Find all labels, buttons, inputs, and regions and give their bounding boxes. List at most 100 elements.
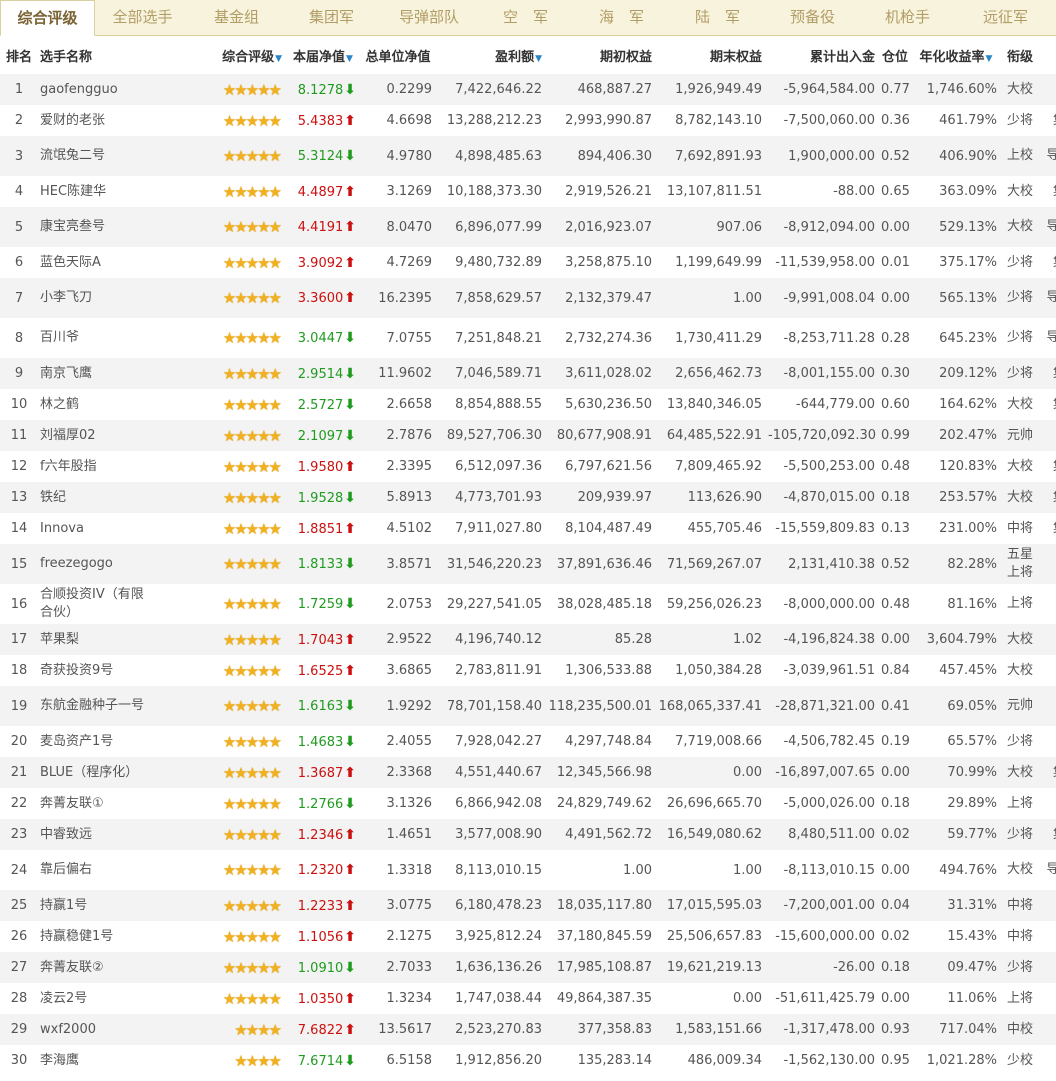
header-rank[interactable]: 排名 [0, 36, 38, 74]
player-name-link[interactable]: freezegogo [38, 544, 150, 584]
tab-8[interactable]: 预备役 [765, 0, 860, 36]
player-name-link[interactable]: 靠后偏右 [38, 850, 150, 890]
header-title[interactable]: 衔级 [1001, 36, 1039, 74]
player-name-link[interactable]: 麦岛资产1号 [38, 726, 150, 757]
header-army[interactable]: 军种 [1039, 36, 1056, 74]
week-nv-value: 1.8133 [297, 557, 344, 572]
player-name-link[interactable]: gaofengguo [38, 74, 150, 105]
cum-flow-cell: 1,900,000.00 [766, 136, 879, 176]
table-row[interactable]: 28 凌云2号 ★★★★★ 1.0350⬆ 1.3234 1,747,038.44 49,8… [0, 983, 1056, 1014]
table-row[interactable]: 25 持赢1号 ★★★★★ 1.2233⬆ 3.0775 6,180,478.23 18,0… [0, 890, 1056, 921]
header-position[interactable]: 仓位 [879, 36, 911, 74]
player-name-link[interactable]: 持赢1号 [38, 890, 150, 921]
table-row[interactable]: 5 康宝亮叁号 ★★★★★ 4.4191⬆ 8.0470 6,896,077.99 2,01… [0, 207, 1056, 247]
player-name-link[interactable]: 流氓兔二号 [38, 136, 150, 176]
table-row[interactable]: 18 奇获投资9号 ★★★★★ 1.6525⬆ 3.6865 2,783,811.91 1,… [0, 655, 1056, 686]
table-row[interactable]: 3 流氓兔二号 ★★★★★ 5.3124⬇ 4.9780 4,898,485.63 894,… [0, 136, 1056, 176]
player-name-link[interactable]: 刘福厚02 [38, 420, 150, 451]
table-row[interactable]: 24 靠后偏右 ★★★★★ 1.2320⬆ 1.3318 8,113,010.15 1.00… [0, 850, 1056, 890]
player-name-link[interactable]: 中睿致远 [38, 819, 150, 850]
star-icon: ★ [245, 426, 260, 445]
table-row[interactable]: 1 gaofengguo ★★★★★ 8.1278⬇ 0.2299 7,422,646.2… [0, 74, 1056, 105]
table-row[interactable]: 4 HEC陈建华 ★★★★★ 4.4897⬆ 3.1269 10,188,373.30 2,… [0, 176, 1056, 207]
position-cell: 0.52 [879, 544, 911, 584]
tab-3[interactable]: 集团军 [283, 0, 380, 36]
table-row[interactable]: 9 南京飞鹰 ★★★★★ 2.9514⬇ 11.9602 7,046,589.71 3,61… [0, 358, 1056, 389]
player-name-link[interactable]: 蓝色天际A [38, 247, 150, 278]
tab-6[interactable]: 海 军 [573, 0, 670, 36]
tab-2[interactable]: 基金组 [190, 0, 283, 36]
table-row[interactable]: 16 合顺投资IV（有限合伙） ★★★★★ 1.7259⬇ 2.0753 29,227,5… [0, 584, 1056, 624]
tab-7[interactable]: 陆 军 [670, 0, 765, 36]
header-week-nv[interactable]: 本届净值▼ [286, 36, 360, 74]
player-name-link[interactable]: 李海鹰 [38, 1045, 150, 1076]
table-row[interactable]: 12 f六年股指 ★★★★★ 1.9580⬆ 2.3395 6,512,097.36 6,7… [0, 451, 1056, 482]
profit-cell: 4,773,701.93 [436, 482, 546, 513]
table-row[interactable]: 10 林之鹤 ★★★★★ 2.5727⬇ 2.6658 8,854,888.55 5,630… [0, 389, 1056, 420]
player-name-link[interactable]: HEC陈建华 [38, 176, 150, 207]
tab-5[interactable]: 空 军 [478, 0, 573, 36]
player-name-link[interactable]: 铁纪 [38, 482, 150, 513]
table-row[interactable]: 7 小李飞刀 ★★★★★ 3.3600⬆ 16.2395 7,858,629.57 2,13… [0, 278, 1056, 318]
player-name-link[interactable]: wxf2000 [38, 1014, 150, 1045]
header-start-equity[interactable]: 期初权益 [546, 36, 656, 74]
header-total-nv[interactable]: 总单位净值 [360, 36, 436, 74]
player-name-link[interactable]: 百川爷 [38, 318, 150, 358]
sort-down-icon[interactable]: ▼ [986, 54, 993, 64]
week-nv-cell: 1.2233⬆ [286, 890, 360, 921]
end-equity-cell: 1,926,949.49 [656, 74, 766, 105]
table-row[interactable]: 6 蓝色天际A ★★★★★ 3.9092⬆ 4.7269 9,480,732.89 3,25… [0, 247, 1056, 278]
player-name-link[interactable]: Innova [38, 513, 150, 544]
player-name-link[interactable]: 东航金融种子一号 [38, 686, 150, 726]
table-row[interactable]: 21 BLUE（程序化） ★★★★★ 1.3687⬆ 2.3368 4,551,440.6… [0, 757, 1056, 788]
table-row[interactable]: 2 爱财的老张 ★★★★★ 5.4383⬆ 4.6698 13,288,212.23 2,9… [0, 105, 1056, 136]
table-row[interactable]: 13 铁纪 ★★★★★ 1.9528⬇ 5.8913 4,773,701.93 209,93… [0, 482, 1056, 513]
table-row[interactable]: 20 麦岛资产1号 ★★★★★ 1.4683⬇ 2.4055 7,928,042.27 4,… [0, 726, 1056, 757]
tab-9[interactable]: 机枪手 [860, 0, 955, 36]
table-row[interactable]: 14 Innova ★★★★★ 1.8851⬆ 4.5102 7,911,027.80 8,… [0, 513, 1056, 544]
table-row[interactable]: 17 苹果梨 ★★★★★ 1.7043⬆ 2.9522 4,196,740.12 85.28… [0, 624, 1056, 655]
player-name-link[interactable]: 合顺投资IV（有限合伙） [38, 584, 150, 624]
rank-cell: 23 [0, 819, 38, 850]
tab-4[interactable]: 导弹部队 [380, 0, 478, 36]
player-name-link[interactable]: 南京飞鹰 [38, 358, 150, 389]
header-cum-flow[interactable]: 累计出入金 [766, 36, 879, 74]
player-name-link[interactable]: 小李飞刀 [38, 278, 150, 318]
tab-10[interactable]: 远征军 [955, 0, 1056, 36]
tab-0[interactable]: 综合评级 [0, 0, 95, 36]
cum-flow-cell: -3,039,961.51 [766, 655, 879, 686]
table-row[interactable]: 23 中睿致远 ★★★★★ 1.2346⬆ 1.4651 3,577,008.90 4,49… [0, 819, 1056, 850]
player-name-link[interactable]: 持赢稳健1号 [38, 921, 150, 952]
table-row[interactable]: 29 wxf2000 ★★★★ 7.6822⬆ 13.5617 2,523,270.83 3… [0, 1014, 1056, 1045]
header-profit[interactable]: 盈利额▼ [436, 36, 546, 74]
player-name-link[interactable]: BLUE（程序化） [38, 757, 150, 788]
player-name-link[interactable]: 苹果梨 [38, 624, 150, 655]
tab-1[interactable]: 全部选手 [95, 0, 190, 36]
table-row[interactable]: 30 李海鹰 ★★★★ 7.6714⬇ 6.5158 1,912,856.20 135,28… [0, 1045, 1056, 1076]
header-rating[interactable]: 综合评级▼ [150, 36, 286, 74]
sort-down-icon[interactable]: ▼ [346, 54, 353, 64]
table-row[interactable]: 26 持赢稳健1号 ★★★★★ 1.1056⬆ 2.1275 3,925,812.24 37… [0, 921, 1056, 952]
table-row[interactable]: 19 东航金融种子一号 ★★★★★ 1.6163⬇ 1.9292 78,701,158.4… [0, 686, 1056, 726]
header-end-equity[interactable]: 期末权益 [656, 36, 766, 74]
table-row[interactable]: 27 奔菁友联② ★★★★★ 1.0910⬇ 2.7033 1,636,136.26 17,… [0, 952, 1056, 983]
star-icon: ★ [268, 364, 283, 383]
header-annual[interactable]: 年化收益率▼ [911, 36, 1001, 74]
table-row[interactable]: 15 freezegogo ★★★★★ 1.8133⬇ 3.8571 31,546,220… [0, 544, 1056, 584]
player-name-link[interactable]: 奔菁友联② [38, 952, 150, 983]
player-name-link[interactable]: 康宝亮叁号 [38, 207, 150, 247]
table-row[interactable]: 22 奔菁友联① ★★★★★ 1.2766⬇ 3.1326 6,866,942.08 24,… [0, 788, 1056, 819]
header-name[interactable]: 选手名称 [38, 36, 150, 74]
player-name-link[interactable]: f六年股指 [38, 451, 150, 482]
player-name-link[interactable]: 爱财的老张 [38, 105, 150, 136]
table-row[interactable]: 11 刘福厚02 ★★★★★ 2.1097⬇ 2.7876 89,527,706.30 80… [0, 420, 1056, 451]
player-name-link[interactable]: 奇获投资9号 [38, 655, 150, 686]
position-cell: 0.99 [879, 420, 911, 451]
sort-down-icon[interactable]: ▼ [275, 54, 282, 64]
army-cell: 集团军 [1039, 247, 1056, 278]
player-name-link[interactable]: 奔菁友联① [38, 788, 150, 819]
sort-down-icon[interactable]: ▼ [535, 54, 542, 64]
player-name-link[interactable]: 凌云2号 [38, 983, 150, 1014]
player-name-link[interactable]: 林之鹤 [38, 389, 150, 420]
table-row[interactable]: 8 百川爷 ★★★★★ 3.0447⬇ 7.0755 7,251,848.21 2,732,… [0, 318, 1056, 358]
